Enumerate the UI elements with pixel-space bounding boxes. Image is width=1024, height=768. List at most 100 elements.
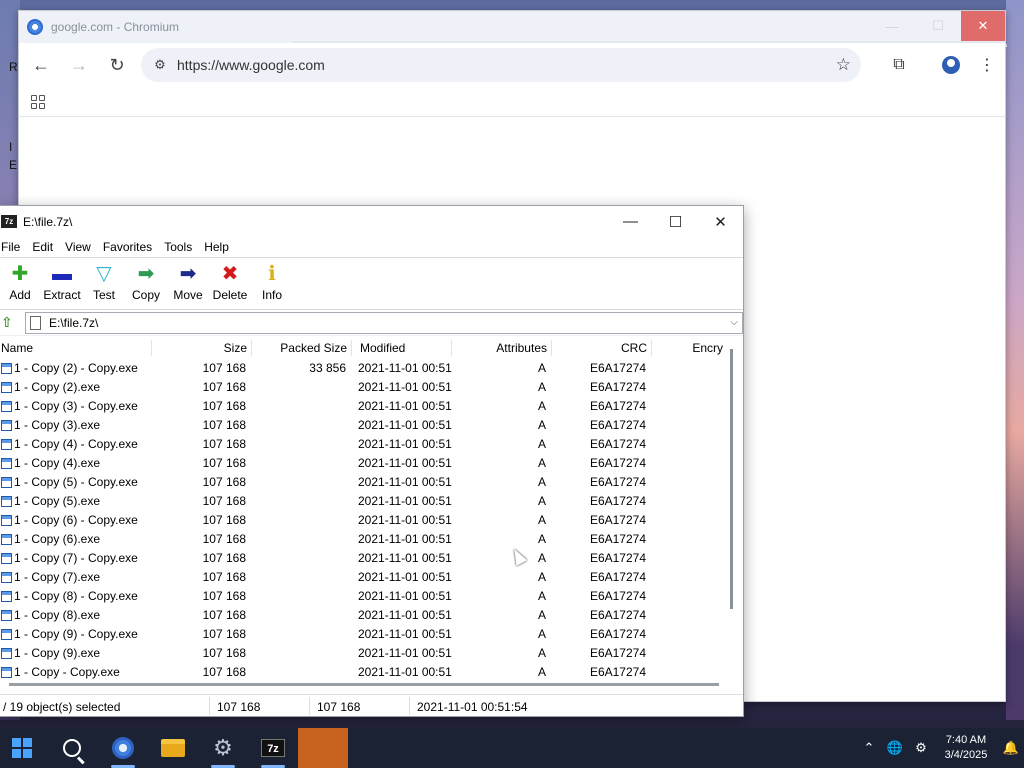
cell-attributes: A <box>537 380 546 394</box>
table-row[interactable]: 1 - Copy (6) - Copy.exe 107 168 2021-11-01… <box>0 511 727 530</box>
cell-name: 1 - Copy (7) - Copy.exe <box>14 551 138 565</box>
menu-tools[interactable]: Tools <box>164 240 192 254</box>
cell-crc: E6A17274 <box>589 361 646 375</box>
maximize-button[interactable]: ☐ <box>915 11 961 41</box>
table-row[interactable]: 1 - Copy (9).exe 107 168 2021-11-01 00:51 A… <box>0 644 727 663</box>
column-header-size[interactable]: Size <box>224 341 247 355</box>
info-button[interactable]: ℹ Info <box>251 262 293 302</box>
table-row[interactable]: 1 - Copy (5).exe 107 168 2021-11-01 00:51 A… <box>0 492 727 511</box>
status-modified: 2021-11-01 00:51:54 <box>417 700 528 714</box>
path-text[interactable]: E:\file.7z\ <box>49 316 98 330</box>
close-button[interactable]: ✕ <box>698 206 743 237</box>
delete-button[interactable]: ✖ Delete <box>209 262 251 302</box>
table-row[interactable]: 1 - Copy (8).exe 107 168 2021-11-01 00:51 A… <box>0 606 727 625</box>
move-button[interactable]: ➡ Move <box>167 262 209 302</box>
cell-size: 107 168 <box>202 589 246 603</box>
menu-help[interactable]: Help <box>204 240 229 254</box>
profile-avatar-icon[interactable] <box>933 49 969 81</box>
maximize-button[interactable]: ☐ <box>653 206 698 237</box>
7zip-titlebar[interactable]: 7z E:\file.7z\ — ☐ ✕ <box>0 206 743 237</box>
folder-up-icon[interactable]: ⇧ <box>1 314 17 331</box>
exe-file-icon <box>1 477 12 488</box>
cell-crc: E6A17274 <box>589 551 646 565</box>
cell-name: 1 - Copy (8) - Copy.exe <box>14 589 138 603</box>
column-header-packed-size[interactable]: Packed Size <box>280 341 347 355</box>
table-row[interactable]: 1 - Copy (9) - Copy.exe 107 168 2021-11-01… <box>0 625 727 644</box>
network-globe-icon[interactable]: 🌐 <box>882 740 908 756</box>
cell-attributes: A <box>537 532 546 546</box>
exe-file-icon <box>1 591 12 602</box>
table-row[interactable]: 1 - Copy (6).exe 107 168 2021-11-01 00:51 A… <box>0 530 727 549</box>
table-row[interactable]: 1 - Copy (2).exe 107 168 2021-11-01 00:51 A… <box>0 378 727 397</box>
menu-file[interactable]: File <box>1 240 20 254</box>
site-settings-icon[interactable]: ⚙ <box>145 57 175 73</box>
path-combobox[interactable]: E:\file.7z\ ⌵ <box>25 311 743 334</box>
back-button[interactable]: ← <box>23 49 59 81</box>
copy-button[interactable]: ➡ Copy <box>125 262 167 302</box>
check-icon: ▽ <box>96 263 112 285</box>
forward-button[interactable]: → <box>61 49 97 81</box>
cell-size: 107 168 <box>202 646 246 660</box>
windows-start-icon[interactable] <box>2 728 42 768</box>
menu-favorites[interactable]: Favorites <box>103 240 152 254</box>
table-row[interactable]: 1 - Copy (4) - Copy.exe 107 168 2021-11-01… <box>0 435 727 454</box>
file-explorer-icon[interactable] <box>153 728 193 768</box>
clock[interactable]: 7:40 AM 3/4/2025 <box>934 733 998 763</box>
more-menu-icon[interactable]: ⋮ <box>969 49 1005 81</box>
7zip-icon[interactable]: 7z <box>253 728 293 768</box>
column-header-encrypted[interactable]: Encry <box>692 341 723 355</box>
chevron-down-icon[interactable]: ⌵ <box>730 317 738 328</box>
table-row[interactable]: 1 - Copy (3) - Copy.exe 107 168 2021-11-01… <box>0 397 727 416</box>
cell-name: 1 - Copy (7).exe <box>14 570 101 584</box>
table-row[interactable]: 1 - Copy (2) - Copy.exe 107 168 33 856 2021… <box>0 359 727 378</box>
minimize-button[interactable]: — <box>608 206 653 237</box>
add-button[interactable]: ✚ Add <box>0 262 41 302</box>
settings-gear-icon[interactable]: ⚙ <box>203 728 243 768</box>
apps-grid-icon[interactable] <box>31 94 45 109</box>
cell-name: 1 - Copy (2).exe <box>14 380 101 394</box>
menu-view[interactable]: View <box>65 240 91 254</box>
exe-file-icon <box>1 553 12 564</box>
reload-button[interactable]: ↻ <box>99 49 135 81</box>
file-list[interactable]: 1 - Copy (2) - Copy.exe 107 168 33 856 2021… <box>0 359 727 679</box>
table-row[interactable]: 1 - Copy (4).exe 107 168 2021-11-01 00:51 A… <box>0 454 727 473</box>
table-row[interactable]: 1 - Copy (5) - Copy.exe 107 168 2021-11-01… <box>0 473 727 492</box>
7zip-toolbar: ✚ Add ▬ Extract ▽ Test ➡ Copy ➡ Move ✖ Delete … <box>0 257 743 309</box>
column-header-modified[interactable]: Modified <box>360 341 405 355</box>
cell-size: 107 168 <box>202 418 246 432</box>
cell-attributes: A <box>537 399 546 413</box>
chromium-icon[interactable] <box>103 728 143 768</box>
table-row[interactable]: 1 - Copy (7) - Copy.exe 107 168 2021-11-01… <box>0 549 727 568</box>
cell-attributes: A <box>537 551 546 565</box>
cell-size: 107 168 <box>202 437 246 451</box>
chromium-titlebar[interactable]: google.com - Chromium — ☐ ✕ <box>19 11 1007 47</box>
table-row[interactable]: 1 - Copy (3).exe 107 168 2021-11-01 00:51 A… <box>0 416 727 435</box>
desktop-icon-label[interactable]: R <box>9 60 18 74</box>
column-header-crc[interactable]: CRC <box>621 341 647 355</box>
minimize-button[interactable]: — <box>869 11 915 41</box>
chevron-up-icon[interactable]: ⌃ <box>856 740 882 756</box>
taskbar-app-orange[interactable] <box>298 728 348 768</box>
table-row[interactable]: 1 - Copy (8) - Copy.exe 107 168 2021-11-01… <box>0 587 727 606</box>
desktop-icon-label[interactable]: E <box>9 158 17 172</box>
address-bar[interactable]: ⚙ https://www.google.com ☆ <box>141 48 861 82</box>
table-row[interactable]: 1 - Copy - Copy.exe 107 168 2021-11-01 00:… <box>0 663 727 679</box>
cell-attributes: A <box>537 437 546 451</box>
menu-edit[interactable]: Edit <box>32 240 53 254</box>
column-header-name[interactable]: Name <box>1 341 33 355</box>
notification-bell-icon[interactable]: 🔔 <box>998 740 1024 756</box>
bookmark-star-icon[interactable]: ☆ <box>836 55 851 75</box>
horizontal-scrollbar[interactable] <box>9 683 719 686</box>
address-bar-url[interactable]: https://www.google.com <box>177 57 325 73</box>
vertical-scrollbar[interactable] <box>730 349 733 609</box>
search-icon[interactable] <box>52 728 92 768</box>
desktop-icon-label[interactable]: I <box>9 140 12 154</box>
table-row[interactable]: 1 - Copy (7).exe 107 168 2021-11-01 00:51 A… <box>0 568 727 587</box>
column-header-attributes[interactable]: Attributes <box>496 341 547 355</box>
test-button[interactable]: ▽ Test <box>83 262 125 302</box>
close-button[interactable]: ✕ <box>961 11 1005 41</box>
extract-button[interactable]: ▬ Extract <box>41 262 83 302</box>
extensions-icon[interactable]: ⧉ <box>881 49 917 81</box>
cell-modified: 2021-11-01 00:51 <box>358 361 452 375</box>
network-settings-icon[interactable]: ⚙ <box>908 740 934 756</box>
